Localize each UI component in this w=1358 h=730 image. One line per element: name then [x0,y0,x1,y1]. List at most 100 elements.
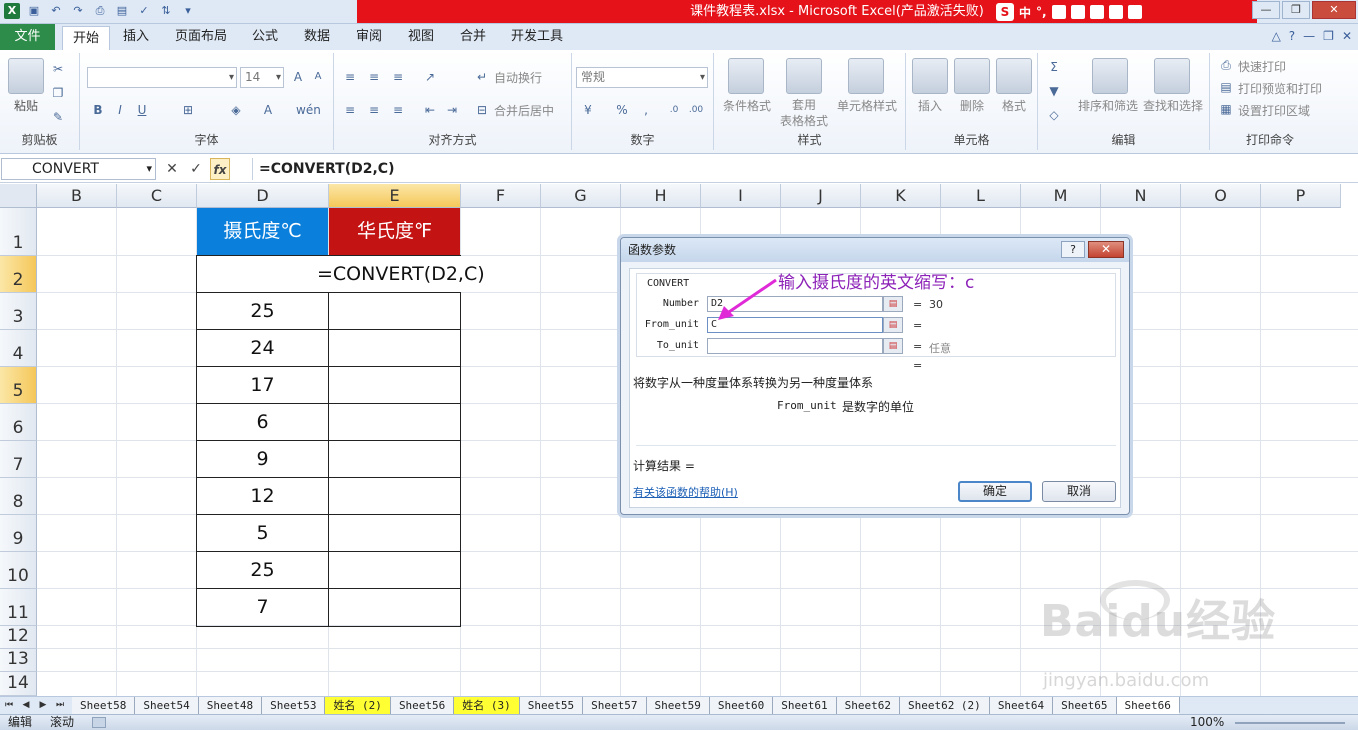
emoji-icon[interactable] [1051,5,1066,19]
column-header-d[interactable]: D [197,184,329,208]
cell-d8[interactable]: 12 [197,478,328,514]
cell-d9[interactable]: 5 [197,515,328,551]
row-header-10[interactable]: 10 [0,552,37,589]
tab-file[interactable]: 文件 [0,24,55,50]
formula-input[interactable]: =CONVERT(D2,C) [252,158,1347,180]
cell-d6[interactable]: 6 [197,404,328,440]
first-sheet-icon[interactable]: ⏮ [2,698,16,713]
tab-review[interactable]: 审阅 [348,24,390,50]
percent-icon[interactable]: % [614,102,630,118]
copy-icon[interactable]: ❐ [50,85,66,101]
row-header-12[interactable]: 12 [0,626,37,649]
cell-d3[interactable]: 25 [197,293,328,329]
format-as-table-label[interactable]: 套用 表格格式 [772,97,836,129]
column-header-j[interactable]: J [781,184,861,208]
align-middle-icon[interactable]: ≡ [366,69,382,85]
number-format-combo[interactable]: 常规 [576,67,708,88]
column-header-g[interactable]: G [541,184,621,208]
doc-close-icon[interactable]: ✕ [1342,29,1352,43]
indent-decrease-icon[interactable]: ⇤ [422,102,438,118]
print-preview-icon[interactable]: ▤ [1218,79,1234,95]
ime-mode[interactable]: 中 [1019,4,1031,21]
indent-increase-icon[interactable]: ⇥ [444,102,460,118]
cell-styles-label[interactable]: 单元格样式 [834,97,900,114]
merge-icon[interactable]: ⊟ [474,102,490,118]
sheet-tab[interactable]: Sheet55 [519,697,584,714]
row-header-6[interactable]: 6 [0,404,37,441]
column-header-l[interactable]: L [941,184,1021,208]
fill-icon[interactable]: ▼ [1046,83,1062,99]
ime-punct[interactable]: °, [1036,5,1047,19]
delete-cells-label[interactable]: 删除 [954,97,990,114]
print-preview-label[interactable]: 打印预览和打印 [1238,80,1322,97]
spellcheck-icon[interactable]: ✓ [136,3,152,19]
row-header-9[interactable]: 9 [0,515,37,552]
sheet-tab[interactable]: Sheet58 [72,697,136,714]
sheet-tab[interactable]: 姓名 (3) [454,697,520,714]
font-name-combo[interactable] [87,67,237,88]
cell-e1-header[interactable]: 华氏度℉ [329,208,460,255]
cell-d7[interactable]: 9 [197,441,328,477]
restore-button[interactable]: ❐ [1282,1,1310,19]
sheet-tab[interactable]: Sheet64 [989,697,1054,714]
tab-page-layout[interactable]: 页面布局 [168,24,234,50]
align-top-icon[interactable]: ≡ [342,69,358,85]
format-as-table-icon[interactable] [786,58,822,94]
sheet-tab[interactable]: Sheet53 [262,697,326,714]
print-area-label[interactable]: 设置打印区域 [1238,102,1310,119]
column-header-e[interactable]: E [329,184,461,208]
column-header-k[interactable]: K [861,184,941,208]
column-header-m[interactable]: M [1021,184,1101,208]
redo-icon[interactable]: ↷ [70,3,86,19]
dialog-close-button[interactable]: ✕ [1088,241,1124,258]
sheet-tab[interactable]: Sheet60 [709,697,774,714]
currency-icon[interactable]: ¥ [580,102,596,118]
tab-developer[interactable]: 开发工具 [504,24,570,50]
row-header-11[interactable]: 11 [0,589,37,626]
column-header-c[interactable]: C [117,184,197,208]
find-select-label[interactable]: 查找和选择 [1142,97,1204,114]
column-header-i[interactable]: I [701,184,781,208]
delete-cells-icon[interactable] [954,58,990,94]
print-area-icon[interactable]: ▦ [1218,101,1234,117]
cut-icon[interactable]: ✂ [50,61,66,77]
paste-label[interactable]: 粘贴 [8,97,44,114]
find-select-icon[interactable] [1154,58,1190,94]
undo-icon[interactable]: ↶ [48,3,64,19]
sort-icon[interactable]: ⇅ [158,3,174,19]
autosum-icon[interactable]: Σ [1046,59,1062,75]
row-header-3[interactable]: 3 [0,293,37,330]
wrap-text-icon[interactable]: ↵ [474,69,490,85]
sort-filter-icon[interactable] [1092,58,1128,94]
sheet-tab[interactable]: Sheet54 [135,697,199,714]
tab-formulas[interactable]: 公式 [244,24,286,50]
increase-decimal-icon[interactable]: .0 [666,102,682,118]
format-cells-label[interactable]: 格式 [996,97,1032,114]
sheet-tab[interactable]: Sheet57 [583,697,647,714]
row-header-14[interactable]: 14 [0,672,37,696]
cell-d11[interactable]: 7 [197,589,328,625]
dialog-help-button[interactable]: ? [1061,241,1085,258]
column-header-h[interactable]: H [621,184,701,208]
font-color-icon[interactable]: A [260,102,276,118]
conditional-format-label[interactable]: 条件格式 [719,97,775,114]
sheet-tab[interactable]: Sheet62 [836,697,900,714]
comma-icon[interactable]: , [638,102,654,118]
align-right-icon[interactable]: ≡ [390,102,406,118]
confirm-entry-icon[interactable]: ✓ [186,158,206,180]
grow-font-icon[interactable]: A [290,69,306,85]
bold-button[interactable]: B [90,102,106,118]
sheet-tab[interactable]: Sheet61 [773,697,837,714]
clear-icon[interactable]: ◇ [1046,107,1062,123]
decrease-decimal-icon[interactable]: .00 [688,102,704,118]
quick-print-icon[interactable]: ⎙ [1218,57,1234,73]
sheet-tab[interactable]: Sheet62 (2) [899,697,990,714]
format-cells-icon[interactable] [996,58,1032,94]
phonetic-icon[interactable]: wén [296,102,321,118]
border-icon[interactable]: ⊞ [180,102,196,118]
row-header-2[interactable]: 2 [0,256,37,293]
cell-d10[interactable]: 25 [197,552,328,588]
name-box[interactable]: CONVERT [1,158,156,180]
tab-data[interactable]: 数据 [296,24,338,50]
close-button[interactable]: ✕ [1312,1,1356,19]
